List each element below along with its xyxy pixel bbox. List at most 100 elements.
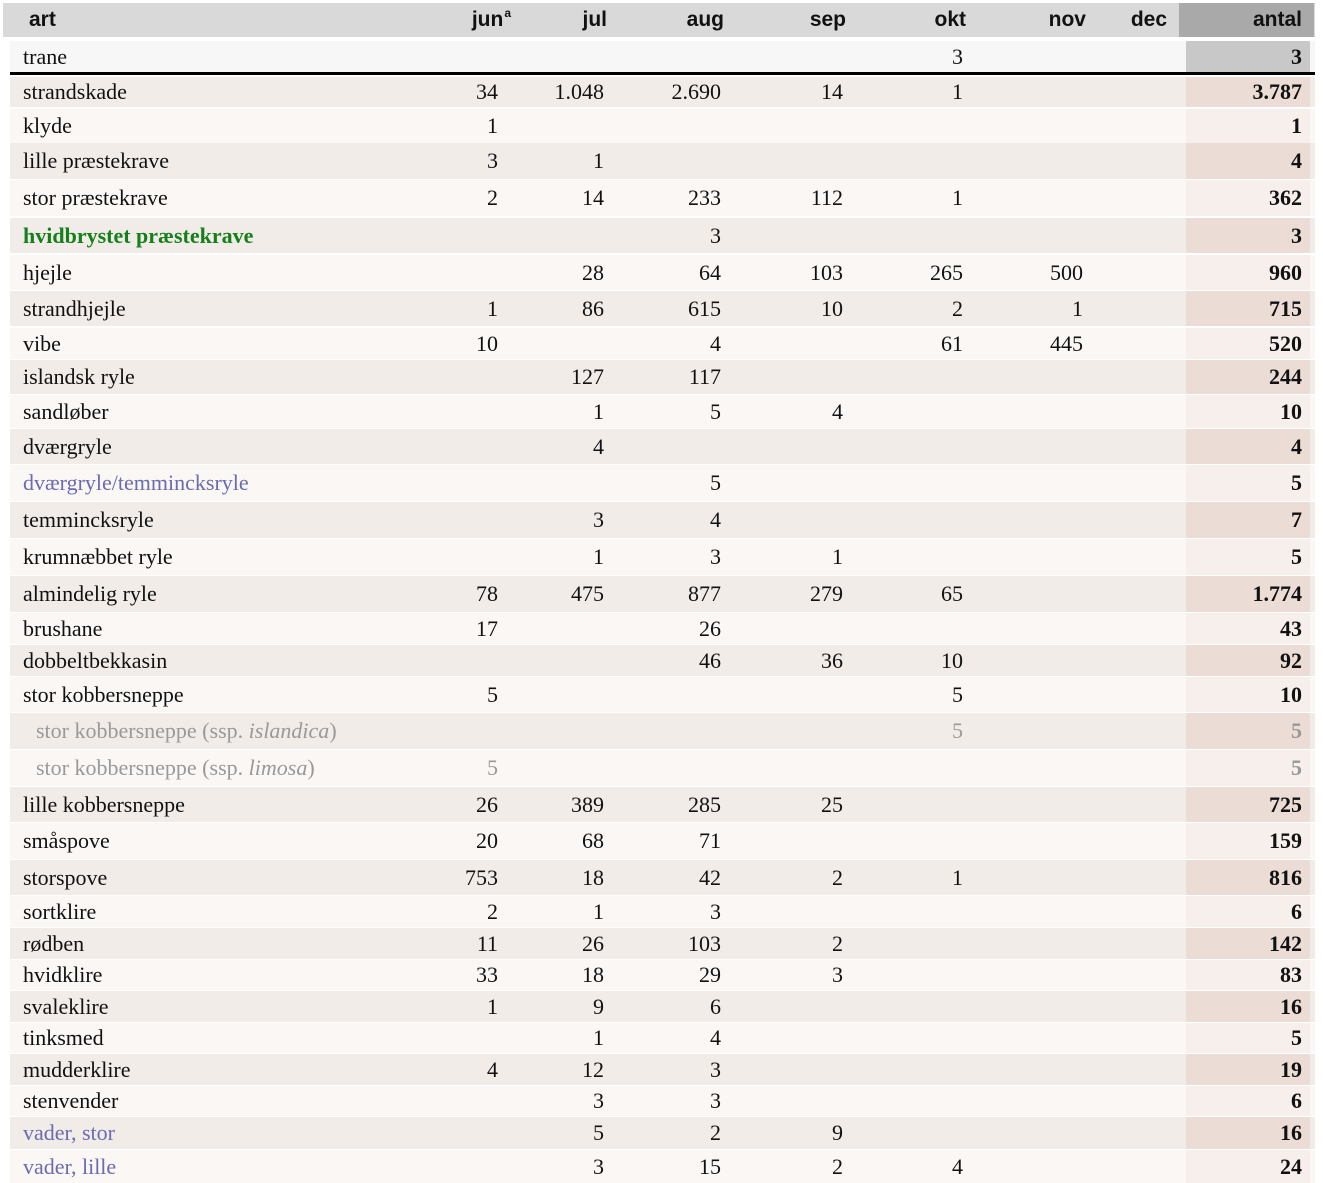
month-cell-jun: 5 — [487, 681, 498, 707]
species-name: rødben — [23, 930, 85, 956]
month-cell-aug: 4 — [710, 330, 721, 356]
month-cell-jul: 1 — [593, 898, 604, 924]
table-header: art jun a jul aug sep okt nov dec antal — [3, 3, 1315, 37]
total-cell: 3.787 — [1186, 77, 1310, 107]
total-cell: 3 — [1186, 41, 1310, 72]
species-name: klyde — [23, 113, 72, 138]
species-month-table: art jun a jul aug sep okt nov dec antal trane 3 3st… — [0, 0, 1323, 1183]
month-cell-aug: 3 — [710, 544, 721, 569]
month-cell-jun: 20 — [476, 828, 498, 853]
table-row: islandsk ryle 127 117 244 — [10, 360, 1315, 394]
month-cell-aug: 64 — [699, 259, 721, 285]
species-name: hvidbrystet præstekrave — [23, 222, 254, 248]
species-name: hvidklire — [23, 962, 103, 987]
month-cell-aug: 42 — [699, 864, 721, 890]
month-cell-jul: 5 — [593, 1120, 604, 1145]
total-cell: 960 — [1186, 255, 1310, 290]
month-cell-jul: 18 — [582, 864, 604, 890]
month-cell-aug: 233 — [688, 185, 721, 210]
month-cell-jul: 475 — [571, 581, 604, 606]
species-name: strandhjejle — [23, 295, 126, 321]
table-row: svaleklire 1 9 6 16 — [10, 991, 1315, 1022]
table-row: stor kobbersneppe (ssp. limosa) 5 5 — [10, 750, 1315, 786]
month-cell-jun: 26 — [476, 791, 498, 817]
species-name: lille præstekrave — [23, 148, 170, 173]
table-row: storspove 753 18 42 2 1 816 — [10, 860, 1315, 895]
table-row: vader, stor 5 2 9 16 — [10, 1117, 1315, 1149]
month-cell-jul: 389 — [571, 791, 604, 817]
species-name: hjejle — [23, 259, 72, 285]
month-cell-jun: 4 — [487, 1056, 498, 1082]
table-row: stenvender 3 3 6 — [10, 1086, 1315, 1116]
species-name: brushane — [23, 615, 103, 641]
month-cell-sep: 3 — [832, 962, 843, 987]
species-name: krumnæbbet ryle — [23, 544, 173, 569]
total-cell: 92 — [1186, 645, 1310, 676]
total-cell: 24 — [1186, 1150, 1310, 1183]
species-name: temmincksryle — [23, 507, 154, 532]
species-name: sandløber — [23, 398, 109, 424]
species-name: vibe — [23, 330, 61, 356]
month-cell-jun: 1 — [487, 993, 498, 1019]
total-cell: 16 — [1186, 1117, 1310, 1149]
table-row: strandskade 34 1.048 2.690 14 1 3.787 — [10, 77, 1315, 107]
total-cell: 19 — [1186, 1054, 1310, 1085]
month-cell-okt: 61 — [941, 330, 963, 356]
month-cell-sep: 10 — [821, 295, 843, 321]
table-row: stor kobbersneppe (ssp. islandica) 5 5 — [10, 713, 1315, 749]
month-cell-aug: 3 — [710, 898, 721, 924]
month-cell-jul: 86 — [582, 295, 604, 321]
month-cell-aug: 103 — [688, 930, 721, 956]
species-name: tinksmed — [23, 1025, 104, 1050]
month-cell-sep: 279 — [810, 581, 843, 606]
species-name: almindelig ryle — [23, 581, 157, 606]
month-cell-okt: 1 — [952, 185, 963, 210]
month-cell-nov: 1 — [1072, 295, 1083, 321]
total-cell: 6 — [1186, 1086, 1310, 1116]
month-cell-aug: 26 — [699, 615, 721, 641]
total-cell: 5 — [1186, 750, 1310, 786]
month-cell-jul: 1 — [593, 148, 604, 173]
month-cell-jul: 26 — [582, 930, 604, 956]
month-cell-jul: 3 — [593, 507, 604, 532]
species-name: storspove — [23, 864, 108, 890]
month-cell-jul: 14 — [582, 185, 604, 210]
species-name: mudderklire — [23, 1056, 131, 1082]
total-cell: 725 — [1186, 787, 1310, 822]
month-cell-sep: 2 — [832, 930, 843, 956]
species-name: lille kobbersneppe — [23, 791, 185, 817]
month-cell-jul: 28 — [582, 259, 604, 285]
column-header-jul: jul — [582, 8, 608, 31]
month-cell-okt: 5 — [952, 681, 963, 707]
month-cell-sep: 112 — [810, 185, 843, 210]
month-cell-jun: 11 — [476, 930, 498, 956]
table-row: klyde 1 1 — [10, 109, 1315, 143]
table-row: lille præstekrave 3 1 4 — [10, 143, 1315, 179]
month-cell-jun: 1 — [487, 113, 498, 138]
table-row: lille kobbersneppe 26 389 285 25 725 — [10, 787, 1315, 822]
species-name: stor præstekrave — [23, 185, 168, 210]
column-header-art: art — [29, 8, 56, 31]
month-cell-jun: 2 — [487, 185, 498, 210]
table-row: rødben 11 26 103 2 142 — [10, 928, 1315, 959]
table-row: strandhjejle 1 86 615 10 2 1 715 — [10, 291, 1315, 326]
table-row: stor kobbersneppe 5 5 10 — [10, 677, 1315, 712]
month-cell-aug: 4 — [710, 1025, 721, 1050]
species-name: stenvender — [23, 1088, 119, 1113]
column-header-jun: jun a — [471, 6, 511, 31]
month-cell-nov: 445 — [1050, 330, 1083, 356]
month-cell-sep: 2 — [832, 864, 843, 890]
month-cell-jul: 1 — [593, 1025, 604, 1050]
species-name: sortklire — [23, 898, 97, 924]
table-row: temmincksryle 3 4 7 — [10, 502, 1315, 538]
table-row: tinksmed 1 4 5 — [10, 1023, 1315, 1053]
species-name: islandsk ryle — [23, 364, 135, 389]
month-cell-okt: 1 — [952, 79, 963, 104]
footnote-marker: a — [504, 6, 511, 20]
month-cell-aug: 3 — [710, 1088, 721, 1113]
month-cell-aug: 5 — [710, 470, 721, 495]
month-cell-aug: 117 — [688, 364, 721, 389]
species-name: stor kobbersneppe (ssp. islandica) — [36, 718, 337, 743]
species-name: stor kobbersneppe — [23, 681, 184, 707]
column-header-dec: dec — [1130, 8, 1167, 31]
